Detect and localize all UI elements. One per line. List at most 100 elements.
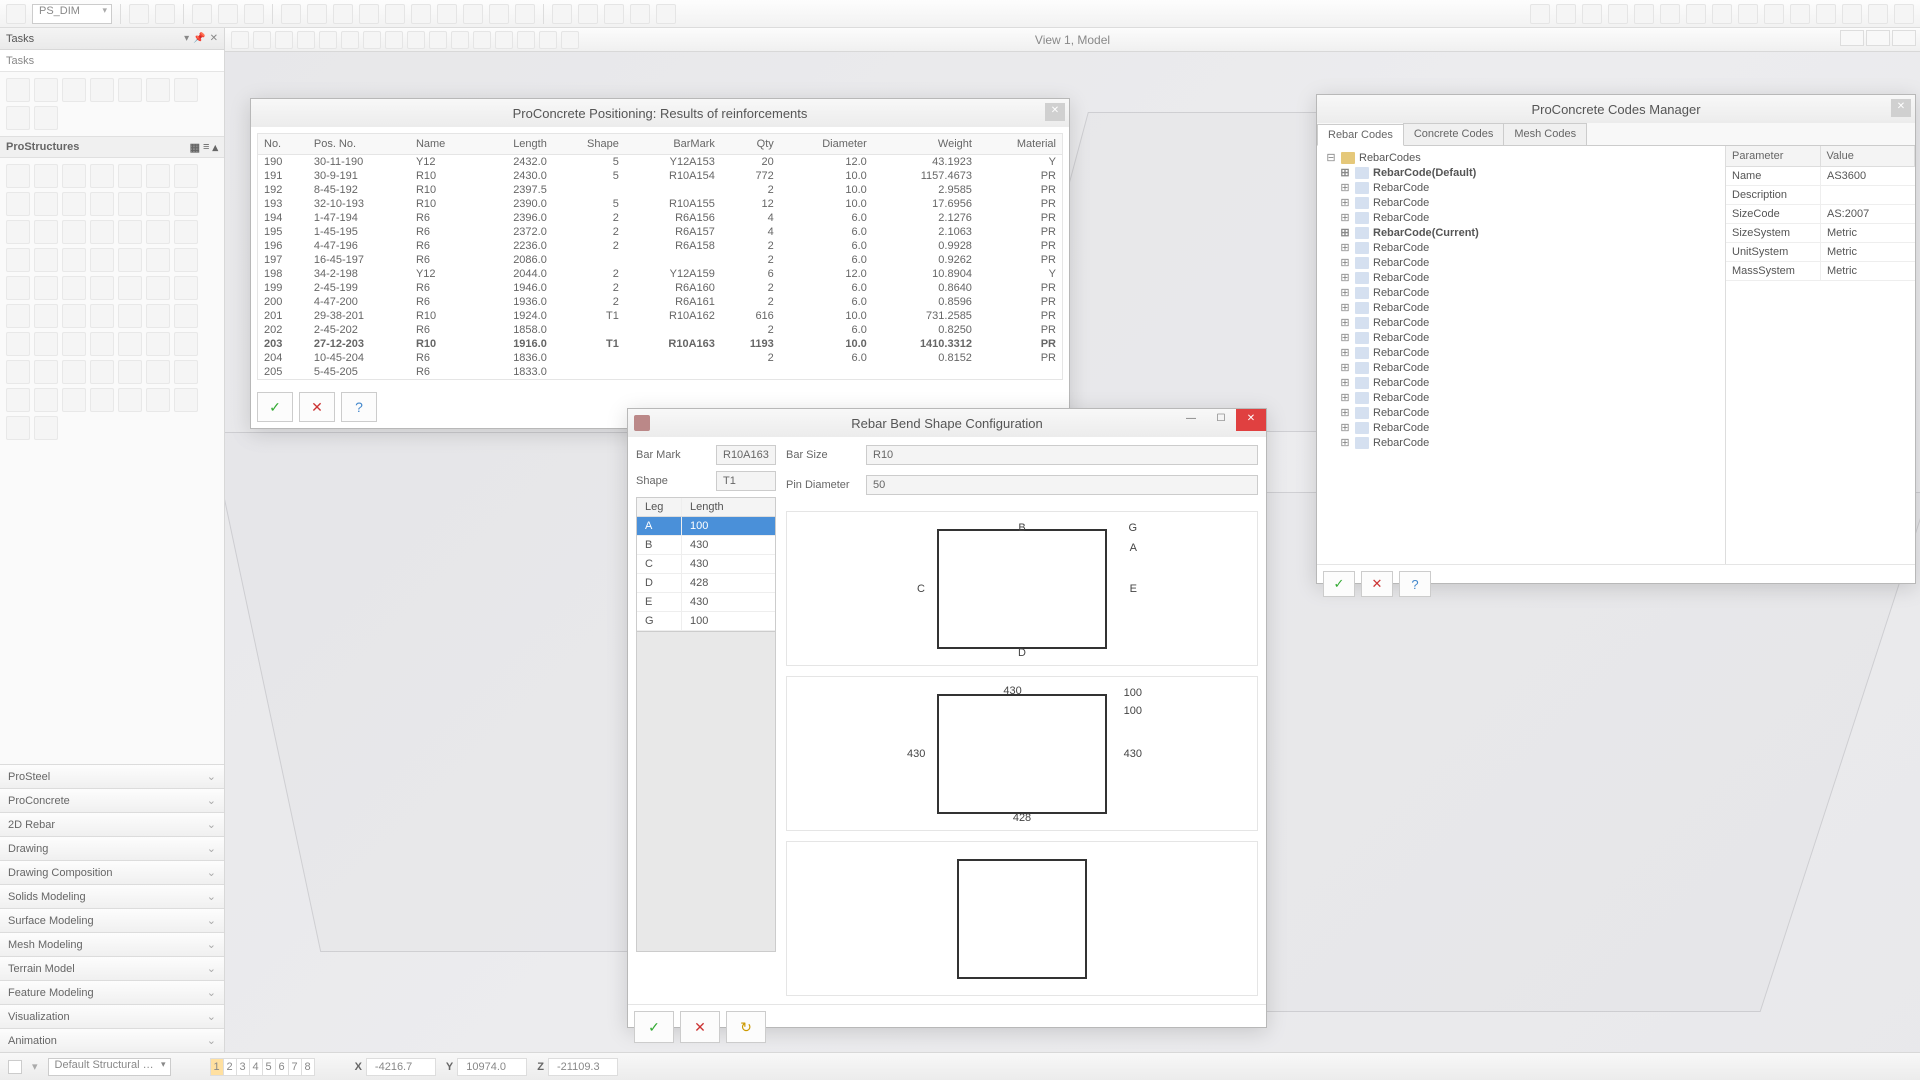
tool-icon[interactable] bbox=[34, 106, 58, 130]
tool-icon[interactable] bbox=[62, 220, 86, 244]
tool-icon[interactable] bbox=[118, 360, 142, 384]
codes-tree[interactable]: ⊟RebarCodes ⊞RebarCode(Default)⊞RebarCod… bbox=[1317, 146, 1725, 564]
tree-item[interactable]: ⊞RebarCode bbox=[1321, 330, 1721, 345]
table-row[interactable]: 1951-45-195R62372.02R6A15746.02.1063PR bbox=[258, 225, 1062, 239]
view-tool-icon[interactable] bbox=[495, 31, 513, 49]
ribbon-icon[interactable] bbox=[281, 4, 301, 24]
property-row[interactable]: SizeCodeAS:2007 bbox=[1726, 205, 1915, 224]
col-header[interactable]: Name bbox=[410, 134, 478, 155]
expand-icon[interactable]: ⊞ bbox=[1339, 271, 1351, 284]
view-tool-icon[interactable] bbox=[561, 31, 579, 49]
property-row[interactable]: Description bbox=[1726, 186, 1915, 205]
accordion-item[interactable]: Solids Modeling⌄ bbox=[0, 884, 224, 908]
tool-icon[interactable] bbox=[174, 360, 198, 384]
ribbon-icon[interactable] bbox=[437, 4, 457, 24]
close-icon[interactable]: ✕ bbox=[1891, 99, 1911, 117]
app-icon[interactable] bbox=[6, 4, 26, 24]
tool-icon[interactable] bbox=[118, 164, 142, 188]
tool-icon[interactable] bbox=[6, 276, 30, 300]
view-number[interactable]: 4 bbox=[249, 1058, 263, 1076]
tree-item[interactable]: ⊞RebarCode bbox=[1321, 195, 1721, 210]
tree-root[interactable]: ⊟RebarCodes bbox=[1321, 150, 1721, 165]
expand-icon[interactable]: ⊞ bbox=[1339, 256, 1351, 269]
accordion-item[interactable]: Drawing Composition⌄ bbox=[0, 860, 224, 884]
tool-icon[interactable] bbox=[146, 220, 170, 244]
expand-icon[interactable]: ⊞ bbox=[1339, 241, 1351, 254]
tool-icon[interactable] bbox=[6, 304, 30, 328]
tool-icon[interactable] bbox=[34, 332, 58, 356]
tool-icon[interactable] bbox=[34, 276, 58, 300]
expand-icon[interactable]: ⊞ bbox=[1339, 391, 1351, 404]
tool-icon[interactable] bbox=[118, 276, 142, 300]
layer-combo[interactable]: PS_DIM bbox=[32, 4, 112, 24]
view-tool-icon[interactable] bbox=[297, 31, 315, 49]
tool-icon[interactable] bbox=[90, 276, 114, 300]
help-button[interactable]: ? bbox=[341, 392, 377, 422]
tree-item[interactable]: ⊞RebarCode bbox=[1321, 360, 1721, 375]
expand-icon[interactable]: ⊞ bbox=[1339, 436, 1351, 449]
accordion-item[interactable]: Surface Modeling⌄ bbox=[0, 908, 224, 932]
ribbon-icon[interactable] bbox=[1608, 4, 1628, 24]
close-icon[interactable]: ✕ bbox=[1045, 103, 1065, 121]
table-row[interactable]: 20327-12-203R101916.0T1R10A163119310.014… bbox=[258, 337, 1062, 351]
tool-icon[interactable] bbox=[6, 106, 30, 130]
expand-icon[interactable]: ⊞ bbox=[1339, 286, 1351, 299]
tree-item[interactable]: ⊞RebarCode bbox=[1321, 210, 1721, 225]
ribbon-icon[interactable] bbox=[1894, 4, 1914, 24]
ribbon-icon[interactable] bbox=[1712, 4, 1732, 24]
codes-title-bar[interactable]: ProConcrete Codes Manager ✕ bbox=[1317, 95, 1915, 123]
tool-icon[interactable] bbox=[174, 248, 198, 272]
tool-icon[interactable] bbox=[34, 304, 58, 328]
tool-icon[interactable] bbox=[6, 248, 30, 272]
results-title-bar[interactable]: ProConcrete Positioning: Results of rein… bbox=[251, 99, 1069, 127]
ok-button[interactable]: ✓ bbox=[257, 392, 293, 422]
tree-item[interactable]: ⊞RebarCode bbox=[1321, 375, 1721, 390]
view-tool-icon[interactable] bbox=[341, 31, 359, 49]
tool-icon[interactable] bbox=[62, 388, 86, 412]
accordion-item[interactable]: Mesh Modeling⌄ bbox=[0, 932, 224, 956]
minimize-icon[interactable]: — bbox=[1176, 409, 1206, 431]
view-tool-icon[interactable] bbox=[275, 31, 293, 49]
ribbon-icon[interactable] bbox=[307, 4, 327, 24]
tool-icon[interactable] bbox=[6, 332, 30, 356]
table-row[interactable]: 19332-10-193R102390.05R10A1551210.017.69… bbox=[258, 197, 1062, 211]
view-number[interactable]: 2 bbox=[223, 1058, 237, 1076]
ribbon-icon[interactable] bbox=[515, 4, 535, 24]
ribbon-icon[interactable] bbox=[1556, 4, 1576, 24]
status-combo[interactable]: Default Structural … bbox=[48, 1058, 171, 1076]
tool-icon[interactable] bbox=[118, 248, 142, 272]
tool-icon[interactable] bbox=[34, 388, 58, 412]
table-row[interactable]: 19130-9-191R102430.05R10A15477210.01157.… bbox=[258, 169, 1062, 183]
ribbon-icon[interactable] bbox=[1842, 4, 1862, 24]
col-header[interactable]: BarMark bbox=[625, 134, 721, 155]
table-row[interactable]: 1992-45-199R61946.02R6A16026.00.8640PR bbox=[258, 281, 1062, 295]
tree-item[interactable]: ⊞RebarCode bbox=[1321, 285, 1721, 300]
tool-icon[interactable] bbox=[146, 248, 170, 272]
expand-icon[interactable]: ⊞ bbox=[1339, 376, 1351, 389]
ok-button[interactable]: ✓ bbox=[634, 1011, 674, 1043]
tool-icon[interactable] bbox=[6, 388, 30, 412]
view-min-icon[interactable] bbox=[1840, 30, 1864, 46]
tool-icon[interactable] bbox=[174, 192, 198, 216]
help-button[interactable]: ? bbox=[1399, 571, 1431, 597]
view-tool-icon[interactable] bbox=[231, 31, 249, 49]
accordion-item[interactable]: ProConcrete⌄ bbox=[0, 788, 224, 812]
ribbon-icon[interactable] bbox=[578, 4, 598, 24]
ribbon-icon[interactable] bbox=[1660, 4, 1680, 24]
table-row[interactable]: 19716-45-197R62086.026.00.9262PR bbox=[258, 253, 1062, 267]
view-number-selector[interactable]: 12345678 bbox=[211, 1058, 315, 1076]
tool-icon[interactable] bbox=[118, 192, 142, 216]
accordion-item[interactable]: Drawing⌄ bbox=[0, 836, 224, 860]
tree-item[interactable]: ⊞RebarCode(Current) bbox=[1321, 225, 1721, 240]
col-header[interactable]: Pos. No. bbox=[308, 134, 410, 155]
leg-row[interactable]: C430 bbox=[637, 555, 775, 574]
ribbon-icon[interactable] bbox=[656, 4, 676, 24]
tool-icon[interactable] bbox=[118, 78, 142, 102]
tool-icon[interactable] bbox=[146, 332, 170, 356]
ribbon-icon[interactable] bbox=[385, 4, 405, 24]
tab[interactable]: Mesh Codes bbox=[1503, 123, 1587, 145]
ribbon-icon[interactable] bbox=[1530, 4, 1550, 24]
view-tool-icon[interactable] bbox=[429, 31, 447, 49]
ribbon-icon[interactable] bbox=[489, 4, 509, 24]
tool-icon[interactable] bbox=[62, 360, 86, 384]
